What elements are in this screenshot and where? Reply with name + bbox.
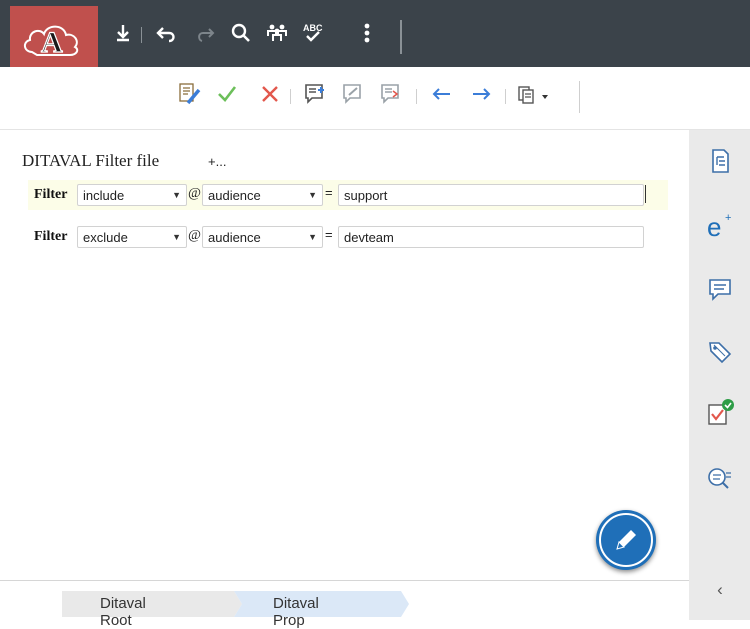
toolbar-separator [400,20,402,54]
track-changes-icon[interactable] [177,81,203,107]
breadcrumb-divider [0,580,689,581]
comments-icon[interactable] [705,274,735,304]
main-toolbar: A ABC [0,0,750,67]
toolbar-separator [579,81,580,113]
toolbar-separator [141,27,142,43]
collapse-icon[interactable]: ‹ [711,580,729,600]
pencil-icon [616,530,636,550]
attribute-select[interactable]: audience ▼ [202,226,323,248]
reject-change-icon[interactable] [257,81,283,107]
add-element-button[interactable]: +... [208,154,226,169]
text-caret [645,185,646,203]
document-title: DITAVAL Filter file [22,151,160,170]
action-select-value: exclude [83,230,128,245]
attribute-marker: @ [188,186,201,201]
elements-icon[interactable]: e + [705,210,735,240]
chevron-down-icon: ▼ [308,232,317,242]
filter-row[interactable]: Filter exclude ▼ @ audience ▼ = devteam [28,222,668,252]
outline-icon[interactable] [705,146,735,176]
review-toolbar [0,67,750,130]
team-icon[interactable] [264,20,290,46]
right-sidebar: e + ‹ [689,130,750,620]
find-icon[interactable] [705,464,735,494]
breadcrumb-label: Ditaval Root [100,595,146,629]
tags-icon[interactable] [705,338,735,368]
svg-text:ABC: ABC [303,23,323,33]
breadcrumb-label: Ditaval Prop [273,595,319,629]
edit-comment-icon[interactable] [340,81,366,107]
attribute-select-value: audience [208,188,261,203]
equals-sign: = [325,185,333,200]
chevron-down-icon: ▼ [308,190,317,200]
previous-change-icon[interactable] [429,81,455,107]
filter-row[interactable]: Filter include ▼ @ audience ▼ = support [28,180,668,210]
review-check-icon[interactable] [705,398,735,428]
spellcheck-icon[interactable]: ABC [300,20,326,46]
toolbar-separator [416,89,417,104]
chevron-down-icon: ▼ [172,232,181,242]
attribute-select-value: audience [208,230,261,245]
svg-text:A: A [41,26,63,59]
action-select-value: include [83,188,125,203]
more-vertical-icon[interactable] [354,20,380,46]
svg-text:e: e [707,212,721,240]
toolbar-separator [505,89,506,104]
add-comment-icon[interactable] [302,81,328,107]
attribute-select[interactable]: audience ▼ [202,184,323,206]
search-icon[interactable] [228,20,254,46]
download-icon[interactable] [110,20,136,46]
toolbar-separator [290,89,291,104]
reply-comment-icon[interactable] [378,81,404,107]
cloud-a-logo-icon: A [24,25,79,60]
next-change-icon[interactable] [468,81,494,107]
svg-text:+: + [725,212,731,224]
filter-label: Filter [34,229,68,244]
equals-sign: = [325,227,333,242]
chevron-down-icon: ▼ [172,190,181,200]
redo-icon[interactable] [192,20,218,46]
filter-value-input[interactable]: support [338,184,644,206]
attribute-marker: @ [188,228,201,243]
app-logo[interactable]: A [10,6,98,67]
copy-menu-icon[interactable] [516,81,548,107]
accept-change-icon[interactable] [214,81,240,107]
undo-icon[interactable] [154,20,180,46]
edit-fab-button[interactable] [596,510,656,570]
filter-label: Filter [34,187,68,202]
filter-value-input[interactable]: devteam [338,226,644,248]
action-select[interactable]: include ▼ [77,184,187,206]
action-select[interactable]: exclude ▼ [77,226,187,248]
